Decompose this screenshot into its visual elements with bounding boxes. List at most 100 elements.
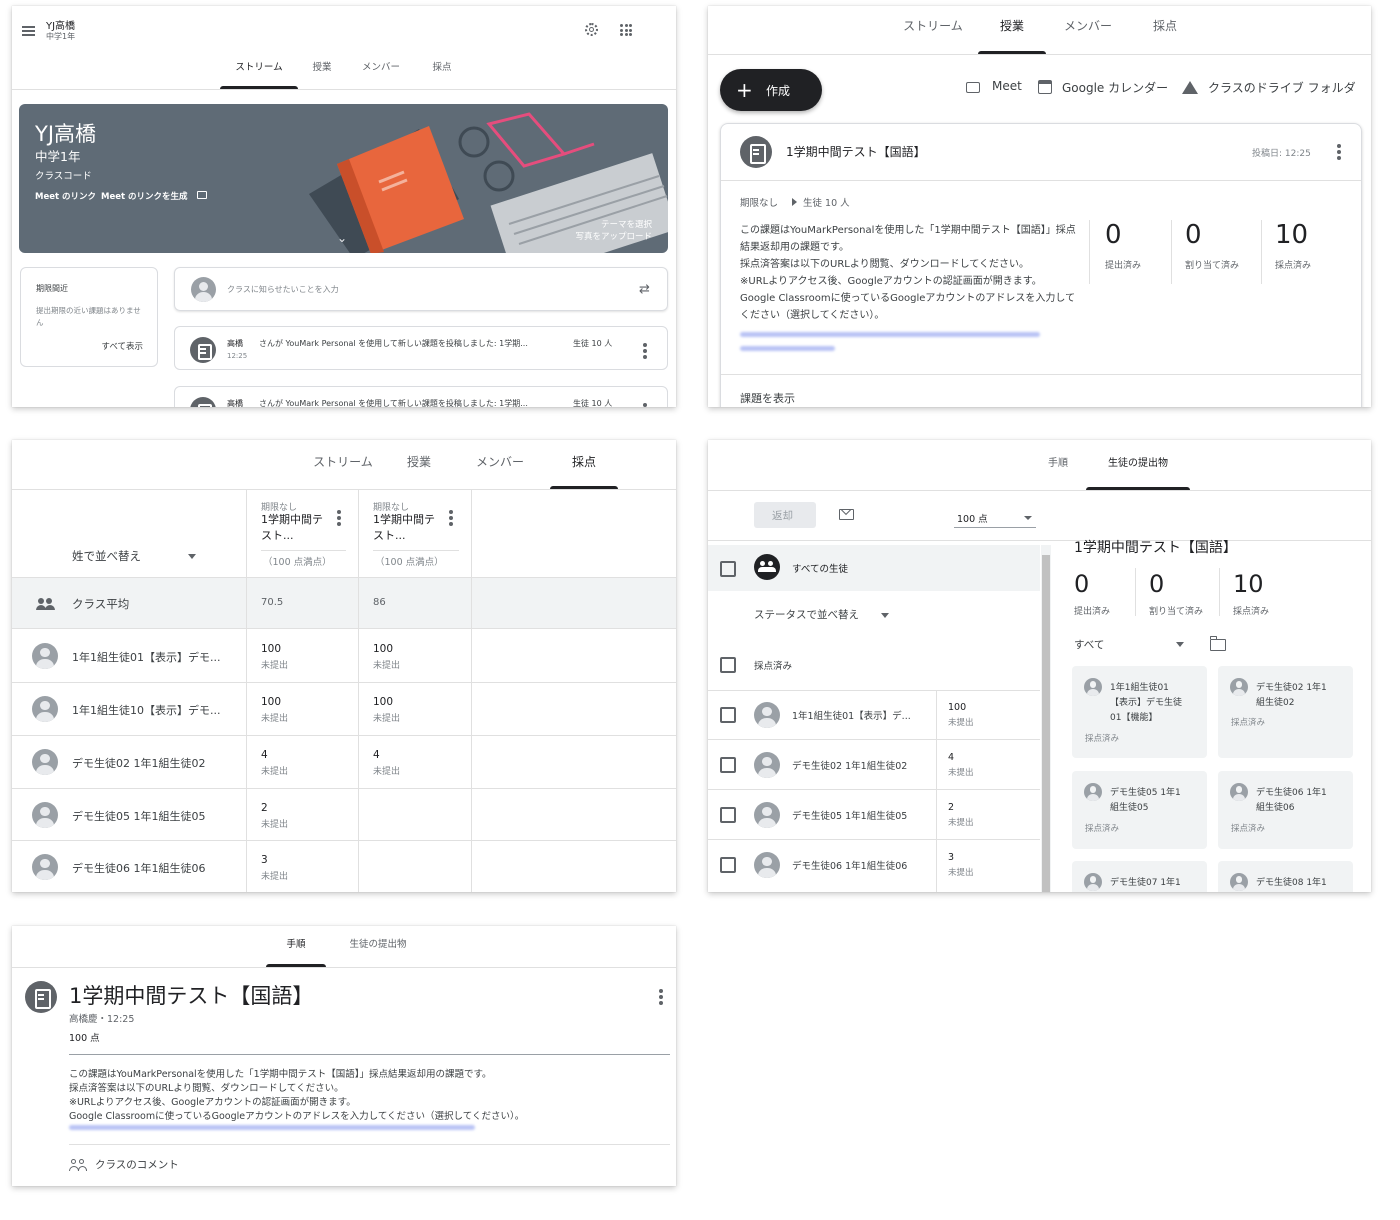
view-assignment-link[interactable]: 課題を表示 <box>740 390 795 406</box>
filter-select[interactable]: すべて <box>1074 637 1188 653</box>
select-all-checkbox[interactable] <box>720 561 736 577</box>
student-card[interactable]: デモ生徒08 1年1 <box>1218 861 1353 892</box>
assignment-title[interactable]: 1学期中間テスト【国語】 <box>786 143 926 160</box>
student-score[interactable]: 100 <box>948 702 966 713</box>
student-checkbox[interactable] <box>720 807 736 823</box>
student-name[interactable]: デモ生徒05 1年1組生徒05 <box>72 808 206 824</box>
sort-by-last-name[interactable]: 姓で並べ替え <box>72 548 202 564</box>
tab-classwork[interactable]: 授業 <box>388 446 450 489</box>
tab-grades[interactable]: 採点 <box>416 56 468 89</box>
tab-instructions[interactable]: 手順 <box>1030 448 1086 490</box>
tab-stream[interactable]: ストリーム <box>888 12 978 54</box>
menu-icon[interactable] <box>22 26 35 36</box>
grade-score[interactable]: 100 <box>261 696 281 708</box>
status-sort[interactable]: ステータスで並べ替え <box>754 607 894 623</box>
student-score[interactable]: 3 <box>948 852 954 863</box>
apps-grid-icon[interactable] <box>620 24 632 36</box>
grade-score[interactable]: 100 <box>373 643 393 655</box>
tab-classwork[interactable]: 授業 <box>298 56 346 89</box>
grade-score[interactable]: 4 <box>373 749 380 761</box>
points-select[interactable]: 100 点 <box>954 506 1036 528</box>
student-card[interactable]: デモ生徒05 1年1 組生徒05 採点済み <box>1072 771 1207 849</box>
repost-icon[interactable]: ⇄ <box>639 282 650 297</box>
grade-column-header[interactable]: 期限なし 1学期中間テスト... （100 点満点） <box>247 490 358 576</box>
stat-assigned-value[interactable]: 0 <box>1149 570 1164 598</box>
grade-score[interactable]: 100 <box>373 696 393 708</box>
stream-post[interactable]: 高橋 さんが YouMark Personal を使用して新しい課題を投稿しまし… <box>174 386 668 407</box>
tab-grades[interactable]: 採点 <box>550 446 618 489</box>
more-options-icon[interactable] <box>643 343 647 361</box>
chevron-down-icon[interactable]: ⌄ <box>337 231 347 245</box>
folder-icon[interactable] <box>1209 636 1226 651</box>
class-code-label[interactable]: クラスコード <box>35 168 92 182</box>
settings-icon[interactable] <box>585 23 598 36</box>
announce-box[interactable]: クラスに知らせたいことを入力 ⇄ <box>174 267 668 311</box>
stat-graded-value[interactable]: 10 <box>1233 570 1264 598</box>
graded-group-checkbox[interactable] <box>720 657 736 673</box>
student-card[interactable]: デモ生徒06 1年1 組生徒06 採点済み <box>1218 771 1353 849</box>
grade-column-header[interactable]: 期限なし 1学期中間テスト... （100 点満点） <box>359 490 471 576</box>
student-score[interactable]: 2 <box>948 802 954 813</box>
table-row[interactable]: デモ生徒06 1年1組生徒06 3 未提出 <box>12 841 676 892</box>
student-card[interactable]: デモ生徒07 1年1 <box>1072 861 1207 892</box>
all-students-row[interactable]: すべての生徒 <box>708 545 1040 591</box>
tab-people[interactable]: メンバー <box>346 56 416 89</box>
tab-student-work[interactable]: 生徒の提出物 <box>1086 448 1190 490</box>
description-line: この課題はYouMarkPersonalを使用した「1学期中間テスト【国語】」採… <box>69 1069 492 1080</box>
student-name[interactable]: 1年1組生徒01【表示】デモ... <box>72 649 220 665</box>
more-options-icon[interactable] <box>1337 144 1341 162</box>
tab-student-work[interactable]: 生徒の提出物 <box>326 926 430 967</box>
stat-turned-in-value[interactable]: 0 <box>1105 220 1122 250</box>
student-name[interactable]: 1年1組生徒10【表示】デモ... <box>72 702 220 718</box>
stat-assigned-value[interactable]: 0 <box>1185 220 1202 250</box>
grade-score[interactable]: 4 <box>261 749 268 761</box>
more-options-icon[interactable] <box>643 403 647 407</box>
stat-graded-value[interactable]: 10 <box>1275 220 1308 250</box>
announce-placeholder[interactable]: クラスに知らせたいことを入力 <box>227 284 339 295</box>
student-checkbox[interactable] <box>720 757 736 773</box>
student-name[interactable]: デモ生徒06 1年1組生徒06 <box>72 860 206 876</box>
more-options-icon[interactable] <box>337 510 341 528</box>
scrollbar[interactable] <box>1041 545 1051 892</box>
create-button[interactable]: + 作成 <box>720 69 822 111</box>
student-score[interactable]: 4 <box>948 752 954 763</box>
class-name[interactable]: YJ高橋 <box>46 17 75 32</box>
stat-turned-in-value[interactable]: 0 <box>1074 570 1089 598</box>
table-row[interactable]: デモ生徒05 1年1組生徒05 2 未提出 <box>12 789 676 841</box>
list-item[interactable]: デモ生徒02 1年1組生徒02 4 未提出 <box>708 740 1040 790</box>
email-icon[interactable] <box>839 509 854 520</box>
more-options-icon[interactable] <box>449 510 453 528</box>
grade-score[interactable]: 2 <box>261 802 268 814</box>
return-label: 返却 <box>772 510 793 522</box>
return-button[interactable]: 返却 <box>754 502 816 528</box>
view-all-link[interactable]: すべて表示 <box>101 340 143 352</box>
theme-select-link[interactable]: テーマを選択 <box>601 218 652 230</box>
student-card[interactable]: 1年1組生徒01 【表示】デモ生徒 01【機能】 採点済み <box>1072 666 1207 758</box>
scrollbar-thumb[interactable] <box>1042 555 1050 892</box>
student-checkbox[interactable] <box>720 707 736 723</box>
meet-link-generate[interactable]: Meet のリンクを生成 <box>101 190 188 202</box>
grade-score[interactable]: 100 <box>261 643 281 655</box>
table-row[interactable]: 1年1組生徒01【表示】デモ... 100 未提出 100 未提出 <box>12 630 676 683</box>
list-item[interactable]: 1年1組生徒01【表示】デ... 100 未提出 <box>708 690 1040 740</box>
tab-instructions[interactable]: 手順 <box>266 926 326 967</box>
tab-stream[interactable]: ストリーム <box>298 446 388 489</box>
table-row[interactable]: デモ生徒02 1年1組生徒02 4 未提出 4 未提出 <box>12 736 676 789</box>
tab-people[interactable]: メンバー <box>1046 12 1130 54</box>
upload-photo-link[interactable]: 写真をアップロード <box>575 230 652 242</box>
blurred-url[interactable] <box>69 1125 475 1130</box>
tab-grades[interactable]: 採点 <box>1130 12 1200 54</box>
grade-score[interactable]: 3 <box>261 854 268 866</box>
student-checkbox[interactable] <box>720 857 736 873</box>
list-item[interactable]: デモ生徒05 1年1組生徒05 2 未提出 <box>708 790 1040 840</box>
stream-post[interactable]: 高橋 さんが YouMark Personal を使用して新しい課題を投稿しまし… <box>174 326 668 370</box>
tab-stream[interactable]: ストリーム <box>220 56 298 89</box>
student-name[interactable]: デモ生徒02 1年1組生徒02 <box>72 755 206 771</box>
table-row[interactable]: 1年1組生徒10【表示】デモ... 100 未提出 100 未提出 <box>12 683 676 736</box>
more-options-icon[interactable] <box>659 989 663 1007</box>
tab-classwork[interactable]: 授業 <box>978 12 1046 54</box>
student-card[interactable]: デモ生徒02 1年1 組生徒02 採点済み <box>1218 666 1353 758</box>
list-item[interactable]: デモ生徒06 1年1組生徒06 3 未提出 <box>708 840 1040 890</box>
grade-status: 未提出 <box>261 767 289 777</box>
tab-people[interactable]: メンバー <box>450 446 550 489</box>
